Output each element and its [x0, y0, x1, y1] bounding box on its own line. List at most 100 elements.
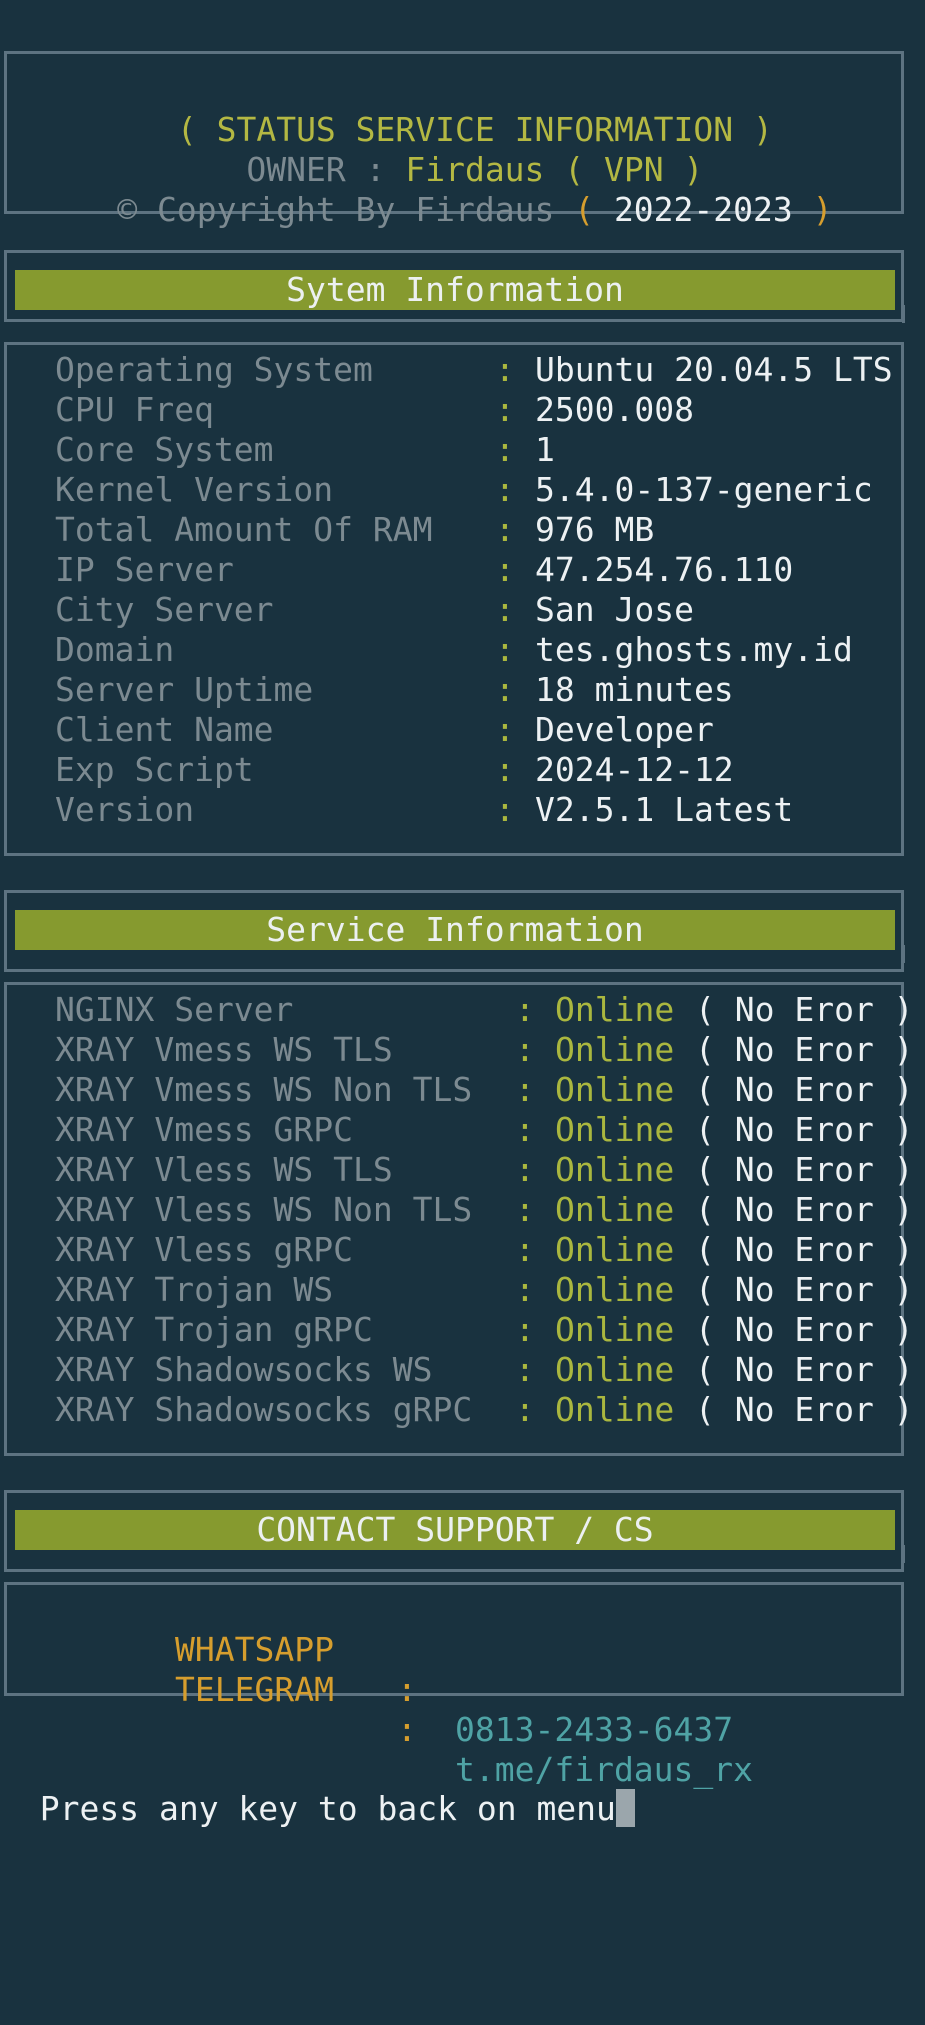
service-name: XRAY Shadowsocks WS: [55, 1350, 433, 1389]
service-status: Online: [555, 1110, 675, 1149]
service-info-row: XRAY Vmess WS TLS: Online ( No Eror ): [55, 1030, 920, 1070]
contact-heading-tick: [902, 1545, 905, 1563]
system-info-value: Ubuntu 20.04.5 LTS: [535, 350, 893, 389]
system-info-row: Client Name: Developer: [55, 710, 905, 750]
service-status: Online: [555, 1190, 675, 1229]
service-heading: Service Information: [15, 910, 895, 950]
service-status: Online: [555, 990, 675, 1029]
service-note: ( No Eror ): [695, 1390, 914, 1429]
service-info-row: XRAY Shadowsocks WS: Online ( No Eror ): [55, 1350, 920, 1390]
system-heading-tick: [902, 305, 905, 323]
service-separator: :: [515, 1150, 535, 1189]
service-note: ( No Eror ): [695, 1030, 914, 1069]
service-note: ( No Eror ): [695, 1110, 914, 1149]
system-info-label: Exp Script: [55, 750, 254, 789]
service-name: XRAY Vmess GRPC: [55, 1110, 354, 1149]
service-info-row: XRAY Shadowsocks gRPC: Online ( No Eror ): [55, 1390, 920, 1430]
service-separator: :: [515, 1350, 535, 1389]
service-info-row: XRAY Vless WS TLS: Online ( No Eror ): [55, 1150, 920, 1190]
system-info-row: Operating System: Ubuntu 20.04.5 LTS: [55, 350, 905, 390]
service-separator: :: [515, 990, 535, 1029]
service-note: ( No Eror ): [695, 1230, 914, 1269]
service-info-row: XRAY Vless gRPC: Online ( No Eror ): [55, 1230, 920, 1270]
service-name: XRAY Vless gRPC: [55, 1230, 354, 1269]
system-info-separator: :: [495, 470, 515, 509]
service-status: Online: [555, 1030, 675, 1069]
owner-line: OWNER : Firdaus ( VPN ): [0, 110, 910, 189]
system-info-row: Domain: tes.ghosts.my.id: [55, 630, 905, 670]
system-info-value: San Jose: [535, 590, 694, 629]
system-info-separator: :: [495, 710, 515, 749]
service-name: XRAY Vmess WS Non TLS: [55, 1070, 473, 1109]
service-name: XRAY Trojan WS: [55, 1270, 334, 1309]
copyright-line: © Copyright By Firdaus ( 2022-2023 ): [0, 150, 910, 229]
contact-heading: CONTACT SUPPORT / CS: [15, 1510, 895, 1550]
system-info-label: Total Amount Of RAM: [55, 510, 433, 549]
service-status: Online: [555, 1270, 675, 1309]
system-info-label: Operating System: [55, 350, 373, 389]
system-info-row: Core System:1: [55, 430, 905, 470]
system-info-value: tes.ghosts.my.id: [535, 630, 853, 669]
service-heading-tick: [902, 945, 905, 963]
system-info-row: Server Uptime:18 minutes: [55, 670, 905, 710]
service-note: ( No Eror ): [695, 1270, 914, 1309]
copyright-years: 2022-2023: [613, 190, 793, 229]
system-info-row: Version: V2.5.1 Latest: [55, 790, 905, 830]
system-info-separator: :: [495, 390, 515, 429]
service-note: ( No Eror ): [695, 1150, 914, 1189]
copyright-close-paren: ): [792, 190, 833, 229]
system-info-row: IP Server:47.254.76.110: [55, 550, 905, 590]
system-info-separator: :: [495, 750, 515, 789]
system-info-row: Kernel Version:5.4.0-137-generic: [55, 470, 905, 510]
service-separator: :: [515, 1390, 535, 1429]
system-info-separator: :: [495, 630, 515, 669]
contact-frame: [4, 1582, 904, 1696]
telegram-separator: :: [397, 1710, 417, 1749]
service-separator: :: [515, 1070, 535, 1109]
system-info-value: 2500.008: [535, 390, 694, 429]
service-note: ( No Eror ): [695, 1190, 914, 1229]
header-title-line: ( STATUS SERVICE INFORMATION ): [0, 70, 910, 149]
system-info-label: IP Server: [55, 550, 234, 589]
system-info-row: Exp Script:2024-12-12: [55, 750, 905, 790]
service-info-row: XRAY Vmess WS Non TLS: Online ( No Eror ): [55, 1070, 920, 1110]
service-separator: :: [515, 1230, 535, 1269]
system-heading: Sytem Information: [15, 270, 895, 310]
system-info-separator: :: [495, 430, 515, 469]
service-status: Online: [555, 1390, 675, 1429]
system-info-separator: :: [495, 790, 515, 829]
service-status: Online: [555, 1230, 675, 1269]
service-separator: :: [515, 1270, 535, 1309]
service-info-row: XRAY Vless WS Non TLS: Online ( No Eror ): [55, 1190, 920, 1230]
service-name: XRAY Shadowsocks gRPC: [55, 1390, 473, 1429]
system-info-value: V2.5.1 Latest: [535, 790, 794, 829]
copyright-text: © Copyright By Firdaus: [117, 190, 555, 229]
service-name: NGINX Server: [55, 990, 294, 1029]
whatsapp-separator: :: [397, 1670, 417, 1709]
system-info-value: 18 minutes: [535, 670, 734, 709]
service-info-row: XRAY Trojan gRPC: Online ( No Eror ): [55, 1310, 920, 1350]
service-note: ( No Eror ): [695, 1350, 914, 1389]
service-name: XRAY Vmess WS TLS: [55, 1030, 393, 1069]
system-info-label: Server Uptime: [55, 670, 314, 709]
system-info-separator: :: [495, 670, 515, 709]
system-info-label: Kernel Version: [55, 470, 334, 509]
system-info-label: Core System: [55, 430, 274, 469]
service-separator: :: [515, 1190, 535, 1229]
prompt-line[interactable]: Press any key to back on menu: [0, 1749, 635, 1828]
system-info-separator: :: [495, 350, 515, 389]
whatsapp-value: 0813-2433-6437: [455, 1710, 734, 1749]
whatsapp-row: WHATSAPP : 0813-2433-6437: [175, 1590, 733, 1749]
service-status: Online: [555, 1150, 675, 1189]
service-status: Online: [555, 1070, 675, 1109]
system-info-value: 976 MB: [535, 510, 655, 549]
prompt-text: Press any key to back on menu: [39, 1789, 616, 1828]
system-info-value: 1: [535, 430, 555, 469]
telegram-row: TELEGRAM : t.me/firdaus_rx: [175, 1630, 753, 1789]
system-info-separator: :: [495, 510, 515, 549]
system-info-row: City Server: San Jose: [55, 590, 905, 630]
service-info-row: NGINX Server: Online ( No Eror ): [55, 990, 920, 1030]
terminal-cursor: [615, 1789, 635, 1827]
service-info-row: XRAY Trojan WS: Online ( No Eror ): [55, 1270, 920, 1310]
system-info-value: 2024-12-12: [535, 750, 734, 789]
